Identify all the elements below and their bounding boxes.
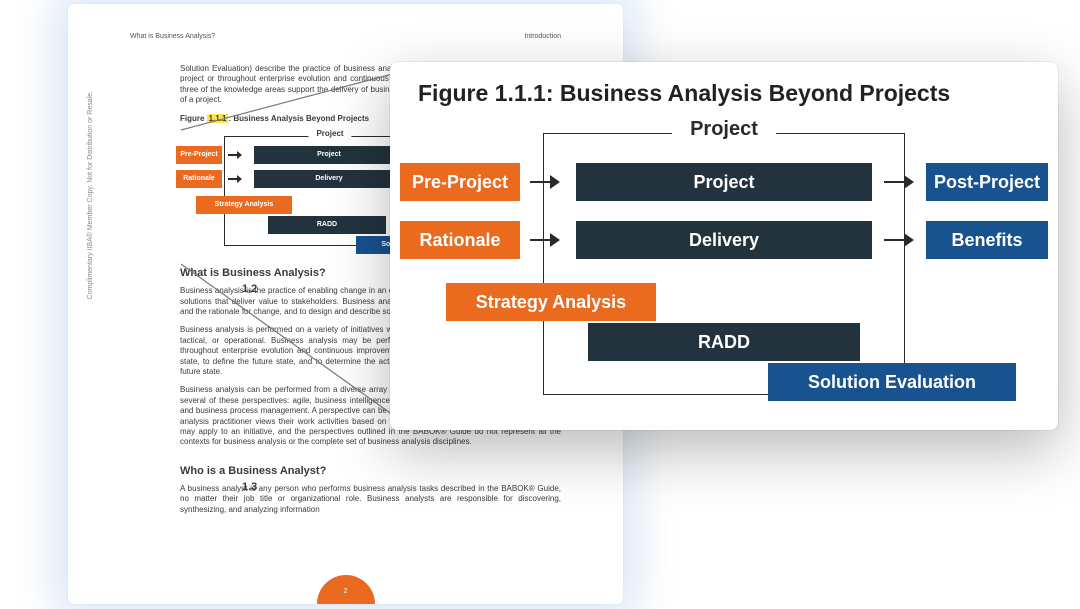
diagram-large: Project Pre-Project Project Post-Project… — [418, 121, 1030, 411]
running-head-left: What is Business Analysis? — [130, 32, 215, 41]
bar-radd: RADD — [268, 216, 386, 234]
arrow-icon — [228, 149, 242, 161]
arrow-icon — [884, 172, 914, 192]
box-rationale: Rationale — [176, 170, 222, 188]
box-benefits: Benefits — [926, 221, 1048, 259]
box-project: Project — [576, 163, 872, 201]
box-delivery: Delivery — [576, 221, 872, 259]
box-delivery: Delivery — [254, 170, 404, 188]
box-project: Project — [254, 146, 404, 164]
figure-number-highlight: 1.1.1 — [207, 114, 229, 123]
section-number-1-3: 1.3 — [242, 480, 257, 494]
bar-strategy: Strategy Analysis — [196, 196, 292, 214]
figure-caption-prefix: Figure — [180, 114, 207, 123]
section-1-3-p1: A business analyst is any person who per… — [180, 484, 561, 515]
arrow-icon — [530, 172, 560, 192]
box-pre-project: Pre-Project — [176, 146, 222, 164]
watermark-text: Complimentary IIBA® Member Copy. Not for… — [86, 91, 95, 300]
arrow-icon — [884, 230, 914, 250]
running-head-right: Introduction — [524, 32, 561, 41]
arrow-icon — [530, 230, 560, 250]
section-number-1-2: 1.2 — [242, 282, 257, 296]
box-rationale: Rationale — [400, 221, 520, 259]
figure-caption-suffix: : Business Analysis Beyond Projects — [228, 114, 369, 123]
figure-title: Figure 1.1.1: Business Analysis Beyond P… — [418, 80, 1030, 107]
section-title-1-3: Who is a Business Analyst? — [180, 464, 561, 478]
frame-label: Project — [308, 129, 351, 139]
bar-solution-eval: Solution Evaluation — [768, 363, 1016, 401]
frame-label: Project — [672, 118, 776, 141]
arrow-icon — [228, 173, 242, 185]
page-number-badge: 2 — [317, 575, 375, 604]
figure-zoom-card: Figure 1.1.1: Business Analysis Beyond P… — [390, 62, 1058, 430]
bar-radd: RADD — [588, 323, 860, 361]
box-post-project: Post-Project — [926, 163, 1048, 201]
box-pre-project: Pre-Project — [400, 163, 520, 201]
bar-strategy: Strategy Analysis — [446, 283, 656, 321]
